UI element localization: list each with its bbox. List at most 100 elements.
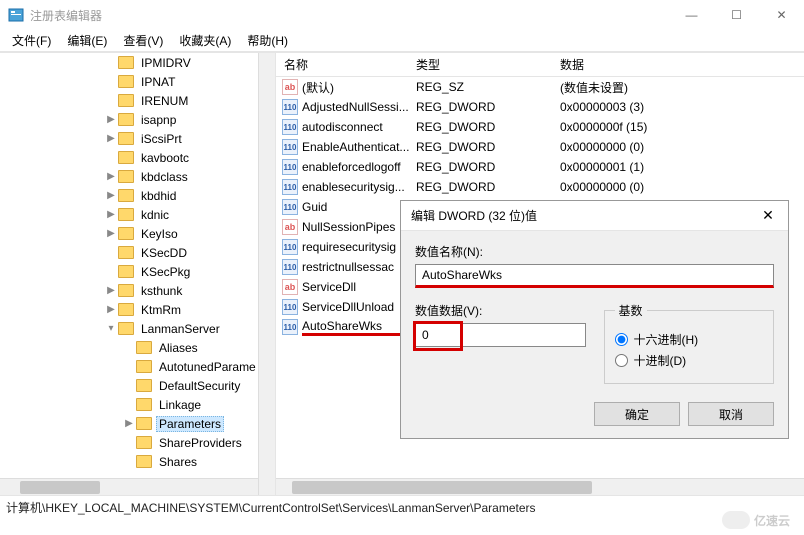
radio-hex-input[interactable] xyxy=(615,333,628,346)
list-row[interactable]: 110enableforcedlogoffREG_DWORD0x00000001… xyxy=(276,157,804,177)
tree-item[interactable]: ·Shares xyxy=(0,452,275,471)
cloud-icon xyxy=(722,511,750,529)
tree-item[interactable]: ·DefaultSecurity xyxy=(0,376,275,395)
expand-icon[interactable]: ▶ xyxy=(122,418,136,429)
list-row[interactable]: 110AdjustedNullSessi...REG_DWORD0x000000… xyxy=(276,97,804,117)
tree-item[interactable]: · ShareProviders xyxy=(0,433,275,452)
tree-scrollbar[interactable] xyxy=(258,53,275,495)
dialog-close-button[interactable]: ✕ xyxy=(748,201,788,231)
cancel-button[interactable]: 取消 xyxy=(688,402,774,426)
tree-item[interactable]: ▾LanmanServer xyxy=(0,319,275,338)
row-name: ServiceDll xyxy=(302,280,416,294)
folder-icon xyxy=(118,94,134,107)
window-controls: — ☐ ✕ xyxy=(669,0,804,30)
tree-item-label: IPMIDRV xyxy=(138,55,194,71)
col-data[interactable]: 数据 xyxy=(560,56,804,73)
menu-favorites[interactable]: 收藏夹(A) xyxy=(173,30,237,51)
ok-button[interactable]: 确定 xyxy=(594,402,680,426)
tree-item[interactable]: ·IPMIDRV xyxy=(0,53,275,72)
folder-icon xyxy=(118,132,134,145)
tree-item[interactable]: ·KSecDD xyxy=(0,243,275,262)
expand-icon[interactable]: ▶ xyxy=(104,133,118,144)
folder-icon xyxy=(118,113,134,126)
tree-item[interactable]: ▶ KtmRm xyxy=(0,300,275,319)
radio-hex[interactable]: 十六进制(H) xyxy=(615,331,764,348)
folder-icon xyxy=(136,379,152,392)
row-name: restrictnullsessac xyxy=(302,260,416,274)
tree-item[interactable]: · Aliases xyxy=(0,338,275,357)
list-row[interactable]: 110autodisconnectREG_DWORD0x0000000f (15… xyxy=(276,117,804,137)
col-type[interactable]: 类型 xyxy=(416,56,560,73)
value-name-label: 数值名称(N): xyxy=(415,243,774,260)
dword-icon: 110 xyxy=(282,299,298,315)
folder-icon xyxy=(136,360,152,373)
expand-icon: · xyxy=(122,437,136,448)
tree-item-label: ksthunk xyxy=(138,283,185,299)
maximize-button[interactable]: ☐ xyxy=(714,0,759,30)
dialog-titlebar[interactable]: 编辑 DWORD (32 位)值 ✕ xyxy=(401,201,788,231)
expand-icon[interactable]: ▶ xyxy=(104,304,118,315)
expand-icon[interactable]: ▶ xyxy=(104,285,118,296)
tree-item-label: AutotunedParame xyxy=(156,359,259,375)
row-type: REG_DWORD xyxy=(416,180,560,194)
tree-item[interactable]: ·IRENUM xyxy=(0,91,275,110)
tree-item[interactable]: ·IPNAT xyxy=(0,72,275,91)
dword-icon: 110 xyxy=(282,159,298,175)
expand-icon[interactable]: ▶ xyxy=(104,190,118,201)
tree-item[interactable]: ▶kdnic xyxy=(0,205,275,224)
menu-file[interactable]: 文件(F) xyxy=(6,30,57,51)
menu-view[interactable]: 查看(V) xyxy=(117,30,169,51)
list-row[interactable]: 110EnableAuthenticat...REG_DWORD0x000000… xyxy=(276,137,804,157)
tree-item-label: KtmRm xyxy=(138,302,184,318)
expand-icon[interactable]: ▾ xyxy=(104,323,118,334)
tree-item[interactable]: ▶iScsiPrt xyxy=(0,129,275,148)
tree-item[interactable]: ▶ ksthunk xyxy=(0,281,275,300)
tree-item[interactable]: ·KSecPkg xyxy=(0,262,275,281)
expand-icon: · xyxy=(104,95,118,106)
dword-icon: 110 xyxy=(282,239,298,255)
string-icon: ab xyxy=(282,219,298,235)
tree-item-label: Parameters xyxy=(156,416,224,432)
folder-icon xyxy=(136,398,152,411)
value-data-input[interactable] xyxy=(415,323,586,347)
expand-icon: · xyxy=(122,380,136,391)
list-hscrollbar[interactable] xyxy=(276,478,804,495)
radio-dec[interactable]: 十进制(D) xyxy=(615,352,764,369)
tree-item-label: ShareProviders xyxy=(156,435,245,451)
expand-icon[interactable]: ▶ xyxy=(104,228,118,239)
tree-item[interactable]: ▶kbdclass xyxy=(0,167,275,186)
menu-help[interactable]: 帮助(H) xyxy=(241,30,294,51)
tree-item[interactable]: ▶kbdhid xyxy=(0,186,275,205)
dialog-body: 数值名称(N): 数值数据(V): 基数 十六进制(H) 十进制(D) 确定 取… xyxy=(401,231,788,438)
menu-edit[interactable]: 编辑(E) xyxy=(61,30,113,51)
tree-scroll[interactable]: ·IPMIDRV·IPNAT·IRENUM▶isapnp▶iScsiPrt·ka… xyxy=(0,53,275,495)
row-data: 0x00000001 (1) xyxy=(560,160,804,174)
tree-hscrollbar[interactable] xyxy=(0,478,258,495)
minimize-button[interactable]: — xyxy=(669,0,714,30)
tree-item[interactable]: ·AutotunedParame xyxy=(0,357,275,376)
expand-icon[interactable]: ▶ xyxy=(104,171,118,182)
row-type: REG_SZ xyxy=(416,80,560,94)
expand-icon: · xyxy=(122,456,136,467)
col-name[interactable]: 名称 xyxy=(276,56,416,73)
tree-item[interactable]: ▶KeyIso xyxy=(0,224,275,243)
tree-item-label: Aliases xyxy=(156,340,201,356)
list-row[interactable]: ab(默认)REG_SZ(数值未设置) xyxy=(276,77,804,97)
list-row[interactable]: 110enablesecuritysig...REG_DWORD0x000000… xyxy=(276,177,804,197)
row-name: AutoShareWks xyxy=(302,319,416,336)
folder-icon xyxy=(118,284,134,297)
value-name-input[interactable] xyxy=(415,264,774,288)
expand-icon[interactable]: ▶ xyxy=(104,114,118,125)
expand-icon: · xyxy=(122,399,136,410)
tree-item[interactable]: ·kavbootc xyxy=(0,148,275,167)
tree-item[interactable]: ▶ isapnp xyxy=(0,110,275,129)
close-button[interactable]: ✕ xyxy=(759,0,804,30)
tree-item-label: isapnp xyxy=(138,112,179,128)
folder-icon xyxy=(118,56,134,69)
expand-icon: · xyxy=(122,342,136,353)
tree-item[interactable]: ·Linkage xyxy=(0,395,275,414)
tree-item[interactable]: ▶ Parameters xyxy=(0,414,275,433)
radio-dec-input[interactable] xyxy=(615,354,628,367)
expand-icon[interactable]: ▶ xyxy=(104,209,118,220)
folder-icon xyxy=(118,170,134,183)
